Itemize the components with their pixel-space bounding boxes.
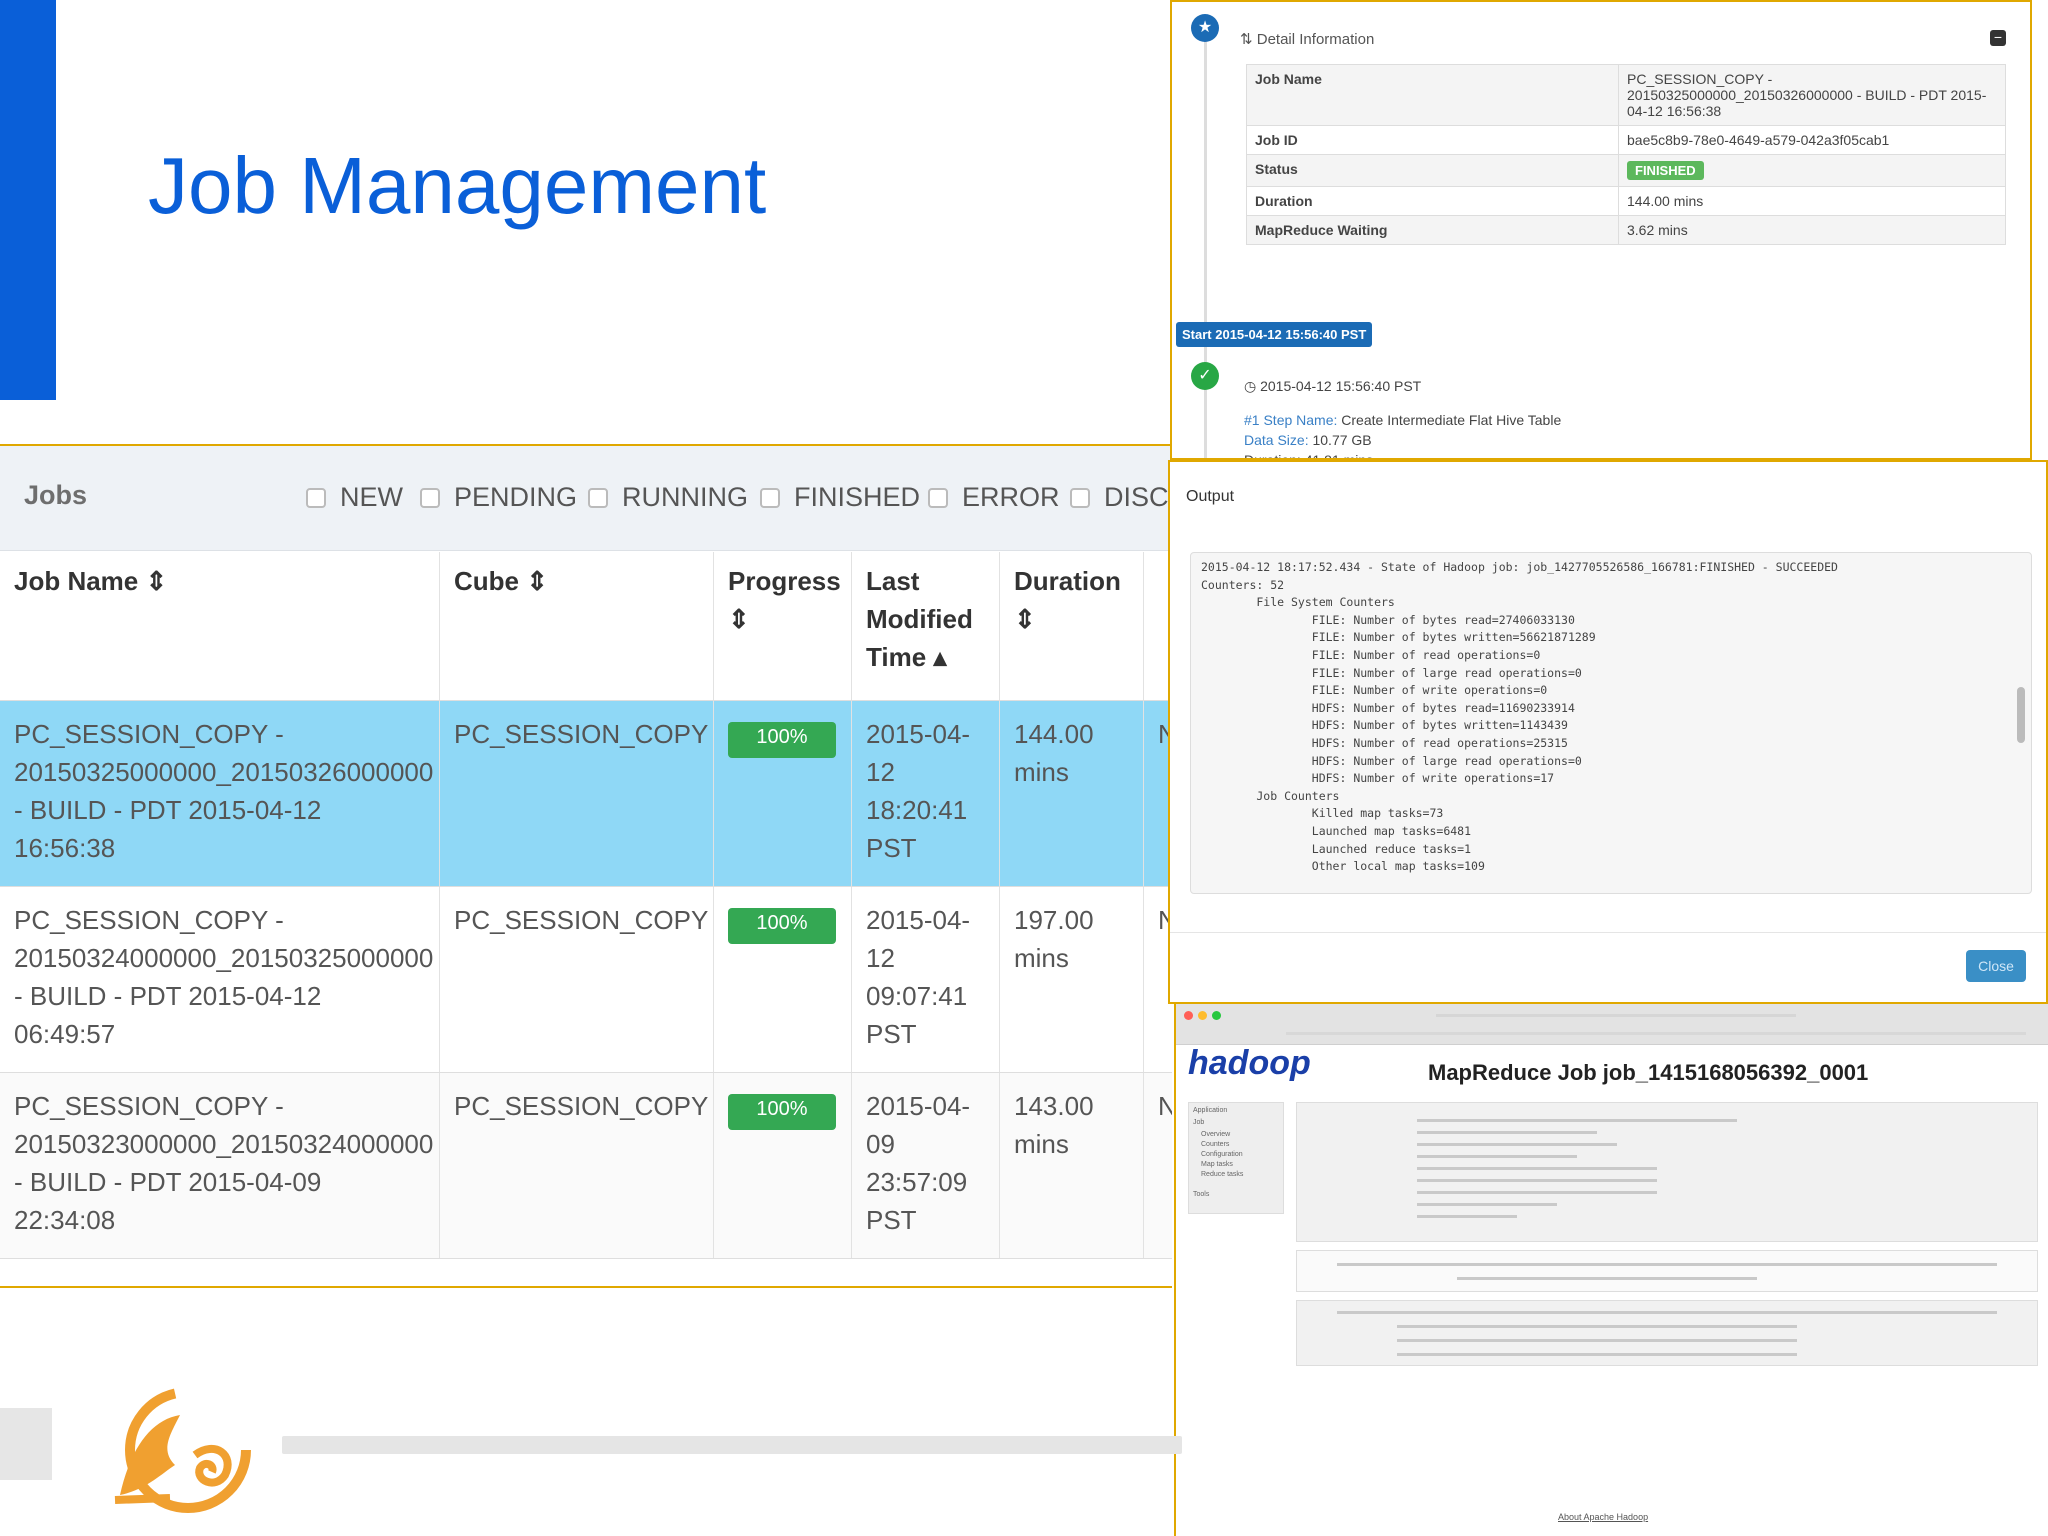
- modified-cell: 2015-04-12 09:07:41 PST: [852, 887, 1000, 1073]
- checkbox[interactable]: [1070, 487, 1090, 508]
- progress-cell: 100%: [714, 1073, 852, 1259]
- table-row-partial: [0, 1258, 1172, 1286]
- progress-bar: 100%: [728, 908, 836, 944]
- timeline-line: [1204, 32, 1207, 458]
- close-button[interactable]: Close: [1966, 950, 2026, 982]
- filter-error[interactable]: ERROR: [928, 482, 1060, 513]
- job-name-cell: PC_SESSION_COPY - 20150325000000_2015032…: [0, 701, 440, 887]
- progress-bar: 100%: [728, 722, 836, 758]
- bottom-strip: [0, 1408, 52, 1480]
- scrollbar[interactable]: [2017, 687, 2025, 743]
- checkbox[interactable]: [420, 487, 440, 508]
- job-name-cell: PC_SESSION_COPY - 20150324000000_2015032…: [0, 887, 440, 1073]
- checkbox[interactable]: [306, 487, 326, 508]
- filter-discarded[interactable]: DISC: [1070, 482, 1169, 513]
- duration-cell: 143.00 mins: [1000, 1073, 1144, 1259]
- step-data-size: Data Size: 10.77 GB: [1244, 432, 1372, 448]
- col-header-duration[interactable]: Duration ⇕: [1000, 552, 1144, 704]
- checkbox[interactable]: [588, 487, 608, 508]
- sort-icon[interactable]: ⇕: [728, 604, 750, 634]
- output-title: Output: [1186, 488, 1235, 505]
- output-log[interactable]: 2015-04-12 18:17:52.434 - State of Hadoo…: [1190, 552, 2032, 894]
- duration-cell: 144.00 mins: [1000, 701, 1144, 887]
- sort-icon[interactable]: ⇕: [146, 566, 168, 596]
- filter-finished[interactable]: FINISHED: [760, 482, 920, 513]
- tab-strip: [1286, 1032, 2026, 1035]
- divider: [1170, 932, 2046, 933]
- footer-link[interactable]: About Apache Hadoop: [1558, 1512, 1648, 1522]
- cube-cell: PC_SESSION_COPY: [440, 701, 714, 887]
- col-header-last-modified[interactable]: Last Modified Time ▴: [852, 552, 1000, 704]
- jobs-label: Jobs: [24, 480, 88, 510]
- modified-cell: 2015-04-09 23:57:09 PST: [852, 1073, 1000, 1259]
- col-header-progress[interactable]: Progress ⇕: [714, 552, 852, 704]
- hadoop-logo: hadoop: [1188, 1044, 1311, 1082]
- progress-cell: 100%: [714, 701, 852, 887]
- step-duration: Duration: 41.81 mins: [1244, 452, 1374, 460]
- step-name: #1 Step Name: Create Intermediate Flat H…: [1244, 412, 1562, 428]
- col-header-job-name[interactable]: Job Name ⇕: [0, 552, 440, 704]
- cube-cell: PC_SESSION_COPY: [440, 887, 714, 1073]
- checkbox[interactable]: [928, 487, 948, 508]
- progress-bar: 100%: [728, 1094, 836, 1130]
- sort-asc-icon[interactable]: ▴: [933, 642, 946, 672]
- mapreduce-job-title: MapReduce Job job_1415168056392_0001: [1428, 1060, 1869, 1085]
- job-detail-panel: ★ ⇅ Detail Information − Job Name PC_SESS…: [1170, 0, 2032, 460]
- table-row[interactable]: PC_SESSION_COPY - 20150324000000_2015032…: [0, 886, 1172, 1073]
- progress-cell: 100%: [714, 887, 852, 1073]
- jobs-header: Jobs NEW PENDING RUNNING FINISHED ERROR …: [0, 446, 1172, 551]
- jobs-panel: Jobs NEW PENDING RUNNING FINISHED ERROR …: [0, 444, 1172, 1288]
- col-header-cube[interactable]: Cube ⇕: [440, 552, 714, 704]
- table-row[interactable]: PC_SESSION_COPY - 20150325000000_2015032…: [0, 700, 1172, 887]
- check-icon: ✓: [1191, 362, 1219, 390]
- collapse-icon[interactable]: −: [1990, 30, 2006, 46]
- output-panel: Output 2015-04-12 18:17:52.434 - State o…: [1168, 460, 2048, 1004]
- application-master-table: [1296, 1250, 2038, 1292]
- filter-pending[interactable]: PENDING: [420, 482, 577, 513]
- step-time: ◷ 2015-04-12 15:56:40 PST: [1244, 378, 1422, 394]
- job-name-cell: PC_SESSION_COPY - 20150323000000_2015032…: [0, 1073, 440, 1259]
- truncated-cell: N: [1144, 1073, 1172, 1259]
- footer-line: [282, 1436, 1182, 1454]
- star-icon: ★: [1191, 14, 1219, 42]
- cube-cell: PC_SESSION_COPY: [440, 1073, 714, 1259]
- table-row[interactable]: PC_SESSION_COPY - 20150323000000_2015032…: [0, 1072, 1172, 1259]
- status-badge: FINISHED: [1627, 161, 1704, 180]
- task-summary-table: [1296, 1300, 2038, 1366]
- checkbox[interactable]: [760, 487, 780, 508]
- start-label: Start 2015-04-12 15:56:40 PST: [1176, 322, 1373, 347]
- maximize-dot-icon[interactable]: [1212, 1011, 1221, 1020]
- modified-cell: 2015-04-12 18:20:41 PST: [852, 701, 1000, 887]
- detail-table: Job Name PC_SESSION_COPY - 20150325000000…: [1246, 64, 2006, 245]
- list-icon: ⇅: [1240, 31, 1257, 48]
- filter-running[interactable]: RUNNING: [588, 482, 748, 513]
- duration-cell: 197.00 mins: [1000, 887, 1144, 1073]
- close-dot-icon[interactable]: [1184, 1011, 1193, 1020]
- accent-bar: [0, 0, 56, 400]
- filter-new[interactable]: NEW: [306, 482, 403, 513]
- kylin-logo: [114, 1387, 251, 1513]
- hadoop-sidebar: Application Job Overview Counters Config…: [1188, 1102, 1284, 1214]
- detail-title: ⇅ Detail Information: [1240, 31, 1375, 48]
- address-bar[interactable]: [1436, 1014, 1796, 1017]
- job-overview-table: [1296, 1102, 2038, 1242]
- output-log-text: 2015-04-12 18:17:52.434 - State of Hadoo…: [1201, 560, 1838, 874]
- minimize-dot-icon[interactable]: [1198, 1011, 1207, 1020]
- browser-chrome: [1176, 1004, 2048, 1045]
- sort-icon[interactable]: ⇕: [526, 566, 548, 596]
- hadoop-job-panel: hadoop MapReduce Job job_1415168056392_0…: [1174, 1004, 2048, 1536]
- sort-icon[interactable]: ⇕: [1014, 604, 1036, 634]
- clock-icon: ◷: [1244, 378, 1261, 394]
- slide-title: Job Management: [148, 141, 767, 230]
